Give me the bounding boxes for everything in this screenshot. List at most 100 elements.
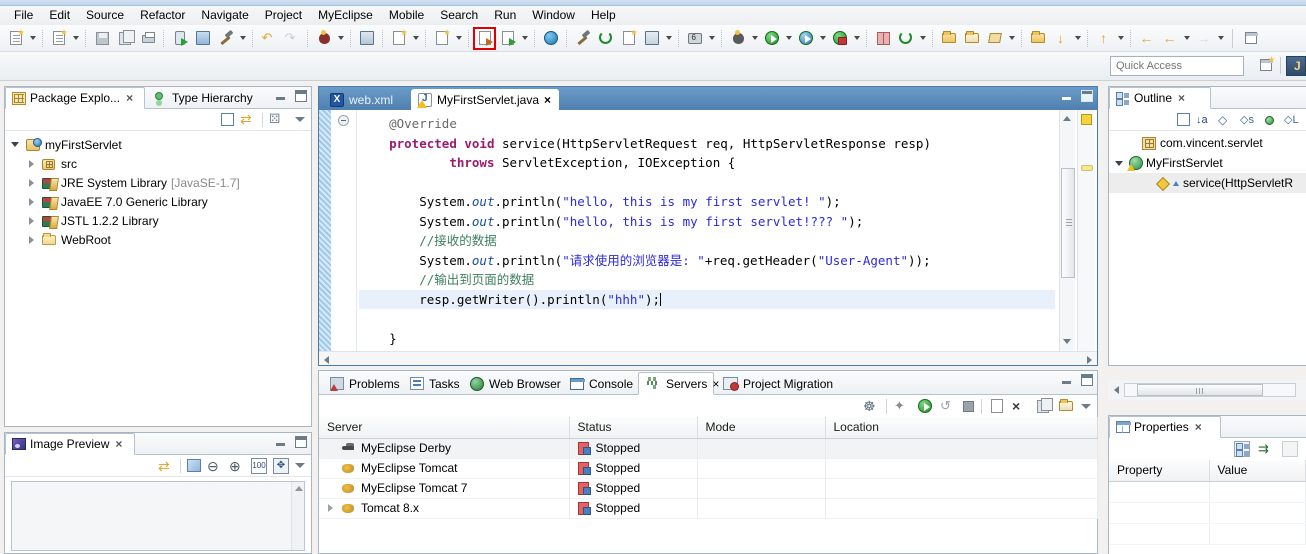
tab-web-xml[interactable]: X web.xml [323, 89, 409, 110]
tree-item-myfirstservlet[interactable]: myFirstServlet [11, 135, 311, 154]
editor-vertical-scrollbar[interactable] [1059, 110, 1075, 351]
restart-server-icon[interactable]: ↺ [940, 398, 956, 414]
run-dropdown[interactable] [783, 28, 794, 49]
table-row[interactable]: MyEclipse Tomcat 7 Stopped [319, 478, 1098, 499]
scroll-up-icon[interactable] [1060, 111, 1074, 125]
undo-icon[interactable]: ↶ [258, 28, 279, 49]
hide-local-icon[interactable]: ◇L [1284, 112, 1300, 128]
snapshot-dropdown[interactable] [706, 28, 717, 49]
add-deployment-icon[interactable] [1035, 398, 1053, 414]
menu-item-project[interactable]: Project [257, 6, 310, 25]
webservice-icon[interactable] [356, 28, 377, 49]
menu-item-run[interactable]: Run [486, 6, 524, 25]
view-chevron-icon[interactable] [295, 463, 305, 468]
editor-horizontal-scrollbar[interactable] [319, 351, 1097, 365]
back-dropdown[interactable] [1181, 28, 1192, 49]
perspective-dropdown[interactable] [663, 28, 674, 49]
column-header-mode[interactable]: Mode [697, 417, 826, 439]
column-header-location[interactable]: Location [825, 417, 1098, 439]
search-marker-icon[interactable] [984, 28, 1005, 49]
table-row[interactable] [1109, 523, 1306, 545]
image-preview-scrollbar[interactable] [291, 482, 304, 550]
prev-annotation-icon[interactable] [1027, 28, 1048, 49]
new-file-icon[interactable] [48, 28, 69, 49]
close-icon[interactable]: × [1178, 91, 1185, 105]
code-line[interactable] [359, 173, 1055, 193]
hide-nonpublic-icon[interactable] [1262, 112, 1278, 128]
tree-item-jre-system-library[interactable]: JRE System Library [JavaSE-1.7] [11, 173, 311, 192]
tab-problems[interactable]: Problems [323, 372, 401, 395]
prev-edit-icon[interactable]: ↑ [1093, 28, 1114, 49]
link-with-editor-icon[interactable]: ⇄ [158, 458, 174, 474]
database-dropdown[interactable] [335, 28, 346, 49]
new-perspective-icon[interactable] [1240, 28, 1261, 49]
show-advanced-icon[interactable]: ⇉ [1258, 441, 1274, 457]
code-line[interactable]: System.out.println("hello, this is my fi… [359, 192, 1055, 212]
zoom-out-icon[interactable]: ⊖ [207, 458, 223, 474]
tab-properties[interactable]: Properties × [1109, 416, 1221, 438]
minimize-icon[interactable] [275, 90, 287, 102]
minimize-icon[interactable] [1061, 374, 1073, 386]
build-dropdown[interactable] [237, 28, 248, 49]
expand-arrow-open-icon[interactable] [11, 140, 21, 150]
menu-item-navigate[interactable]: Navigate [193, 6, 256, 25]
scrollbar-thumb[interactable] [1061, 168, 1075, 278]
expand-arrow-closed-icon[interactable] [27, 159, 37, 169]
remove-server-icon[interactable]: × [1012, 398, 1028, 414]
expand-arrow-closed-icon[interactable] [27, 216, 37, 226]
refresh-cycle-icon[interactable] [895, 28, 916, 49]
close-icon[interactable]: × [1195, 420, 1202, 434]
minimize-icon[interactable] [275, 436, 287, 448]
next-annotation-icon[interactable]: ↓ [1050, 28, 1071, 49]
maximize-icon[interactable] [1081, 90, 1093, 102]
save-icon[interactable] [91, 28, 112, 49]
menu-item-help[interactable]: Help [583, 6, 624, 25]
scroll-right-icon[interactable] [1084, 353, 1096, 365]
link-servers-icon[interactable]: ☸ [863, 398, 879, 414]
maximize-icon[interactable] [1081, 374, 1093, 386]
new-wizard-dropdown[interactable] [27, 28, 38, 49]
column-header-property[interactable]: Property [1109, 460, 1210, 482]
table-row[interactable]: Tomcat 8.x Stopped [319, 498, 1098, 519]
hide-static-icon[interactable]: ◇s [1240, 112, 1256, 128]
column-header-server[interactable]: Server [319, 417, 570, 439]
tab-package-explorer[interactable]: Package Explo... × [5, 87, 145, 109]
tab-tasks[interactable]: Tasks [403, 372, 461, 395]
table-row[interactable]: MyEclipse Tomcat Stopped [319, 458, 1098, 479]
outline-item-com-vincent-servlet[interactable]: com.vincent.servlet [1109, 133, 1306, 153]
code-line[interactable]: //输出到页面的数据 [359, 270, 1055, 290]
expand-arrow-open-icon[interactable] [1115, 159, 1124, 168]
code-area[interactable]: @Override protected void service(HttpSer… [357, 110, 1055, 351]
search-dropdown[interactable] [1006, 28, 1017, 49]
zoom-100-icon[interactable]: 100 [251, 457, 267, 474]
next-dropdown[interactable] [1072, 28, 1083, 49]
myeclipse-icon[interactable] [572, 28, 593, 49]
sort-alpha-icon[interactable]: ↓a [1196, 112, 1212, 128]
table-row[interactable] [1109, 502, 1306, 524]
table-row[interactable] [1109, 481, 1306, 503]
perspective-icon[interactable] [641, 28, 662, 49]
open-browser-icon[interactable] [540, 28, 561, 49]
tab-type-hierarchy[interactable]: Type Hierarchy [148, 87, 258, 109]
menu-item-myeclipse[interactable]: MyEclipse [310, 6, 381, 25]
view-menu-icon[interactable]: ⚄ [269, 111, 285, 128]
new-file-dropdown[interactable] [70, 28, 81, 49]
debug-server-icon[interactable]: ✦ [894, 398, 910, 414]
back-history-icon[interactable]: ← [1159, 28, 1180, 49]
new-wizard-icon[interactable] [5, 28, 26, 49]
menu-item-refactor[interactable]: Refactor [132, 6, 193, 25]
redo-icon[interactable]: ↷ [281, 28, 302, 49]
code-line[interactable]: @Override [359, 114, 1055, 134]
build-hammer-icon[interactable] [215, 28, 236, 49]
scroll-down-icon[interactable] [1060, 335, 1074, 349]
refresh-icon[interactable] [595, 28, 616, 49]
code-line[interactable]: throws ServletException, IOException { [359, 153, 1055, 173]
minimize-icon[interactable] [1061, 90, 1073, 102]
menu-item-file[interactable]: File [6, 6, 41, 25]
maximize-icon[interactable] [295, 90, 307, 102]
mobile-device-icon[interactable] [192, 28, 213, 49]
editor-overview-ruler[interactable] [1077, 110, 1095, 351]
expand-arrow-closed-icon[interactable] [27, 235, 37, 245]
editor-gutter[interactable] [331, 110, 357, 351]
scrollbar-thumb[interactable] [1137, 384, 1263, 396]
